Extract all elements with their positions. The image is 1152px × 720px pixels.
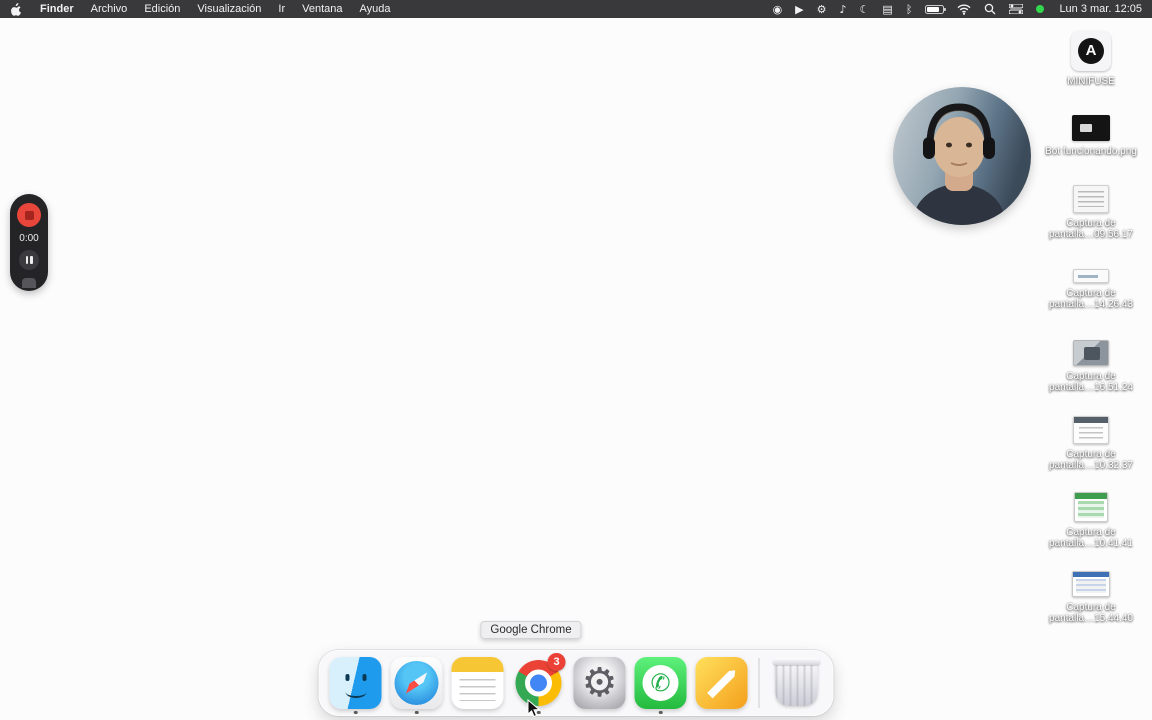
running-indicator xyxy=(414,710,419,714)
display-icon[interactable]: ▤ xyxy=(882,4,892,15)
dock-item-trash[interactable] xyxy=(771,653,823,713)
bot-funcionando-thumbnail xyxy=(1072,114,1110,141)
running-indicator xyxy=(353,710,358,714)
desktop-icon-label: Captura de pantalla…15.44.40 xyxy=(1049,602,1133,624)
notes-icon xyxy=(451,657,504,709)
desktop-icon-label: Captura de pantalla…14.26.43 xyxy=(1049,288,1133,310)
captura-16-51-24-thumbnail xyxy=(1073,340,1109,366)
notification-badge: 3 xyxy=(547,653,566,671)
webcam-overlay[interactable] xyxy=(893,87,1031,225)
mouse-cursor xyxy=(527,698,541,720)
apple-menu-icon[interactable] xyxy=(10,2,22,16)
wifi-icon[interactable] xyxy=(957,3,971,15)
dock: 3 xyxy=(317,649,835,717)
airplay-icon[interactable]: ▶ xyxy=(795,4,803,15)
desktop-icon-label: Bot funcionando.png xyxy=(1045,145,1137,157)
menu-ayuda[interactable]: Ayuda xyxy=(360,3,391,15)
active-app-name[interactable]: Finder xyxy=(40,3,74,15)
desktop-icon-bot-funcionando[interactable]: Bot funcionando.png xyxy=(1032,97,1150,174)
captura-10-41-41-thumbnail xyxy=(1074,492,1108,522)
desktop-icon-column: MINIFUSE Bot funcionando.png Captura de pa… xyxy=(1032,20,1150,636)
dock-item-notes[interactable] xyxy=(451,653,504,713)
camera-active-indicator[interactable] xyxy=(1036,5,1045,13)
pencil-app-icon xyxy=(695,657,748,709)
desktop-icon-captura-10-32-37[interactable]: Captura de pantalla…10.32.37 xyxy=(1032,405,1150,482)
camera-toggle-icon[interactable] xyxy=(22,278,36,288)
volume-icon[interactable]: ♪ xyxy=(840,4,847,15)
safari-icon xyxy=(390,657,443,709)
menu-ventana[interactable]: Ventana xyxy=(302,3,342,15)
desktop-icon-label: Captura de pantalla…10.41.41 xyxy=(1049,527,1133,549)
menu-bar: Finder Archivo Edición Visualización Ir Vent… xyxy=(0,0,1152,18)
screen-recorder-widget: 0:00 xyxy=(10,194,48,291)
desktop-icon-label: Captura de pantalla…09.56.17 xyxy=(1049,218,1133,240)
trash-icon xyxy=(772,658,821,706)
dock-item-whatsapp[interactable] xyxy=(634,653,687,714)
desktop-icon-captura-16-51-24[interactable]: Captura de pantalla…16.51.24 xyxy=(1032,328,1150,405)
dock-item-finder[interactable] xyxy=(329,653,382,714)
desktop-icon-label: MINIFUSE xyxy=(1067,75,1115,87)
running-indicator xyxy=(658,710,663,714)
menu-bar-clock[interactable]: Lun 3 mar. 12:05 xyxy=(1059,3,1142,15)
menu-ir[interactable]: Ir xyxy=(278,3,285,15)
minifuse-thumbnail xyxy=(1071,30,1111,71)
pause-button[interactable] xyxy=(19,250,39,270)
dock-separator xyxy=(758,658,760,708)
menu-edicion[interactable]: Edición xyxy=(144,3,180,15)
dock-item-pencil-app[interactable] xyxy=(695,653,748,713)
desktop-icon-captura-15-44-40[interactable]: Captura de pantalla…15.44.40 xyxy=(1032,559,1150,636)
whatsapp-icon xyxy=(634,657,687,709)
desktop-icon-label: Captura de pantalla…10.32.37 xyxy=(1049,449,1133,471)
captura-15-44-40-thumbnail xyxy=(1072,571,1110,597)
desktop-icon-captura-14-26-43[interactable]: Captura de pantalla…14.26.43 xyxy=(1032,251,1150,328)
desktop-icon-captura-10-41-41[interactable]: Captura de pantalla…10.41.41 xyxy=(1032,482,1150,559)
battery-icon[interactable] xyxy=(925,4,947,14)
captura-10-32-37-thumbnail xyxy=(1073,416,1109,444)
system-settings-icon xyxy=(573,657,626,709)
record-stop-button[interactable] xyxy=(17,203,41,227)
dock-item-system-settings[interactable] xyxy=(573,653,626,713)
finder-icon xyxy=(329,657,382,709)
desktop-icon-label: Captura de pantalla…16.51.24 xyxy=(1049,371,1133,393)
search-icon[interactable] xyxy=(984,3,996,15)
recording-timer: 0:00 xyxy=(19,233,39,244)
webcam-video xyxy=(893,87,1031,225)
bluetooth-icon[interactable]: ᛒ xyxy=(906,4,913,15)
captura-14-26-43-thumbnail xyxy=(1073,269,1109,283)
gear-icon[interactable]: ⚙ xyxy=(817,4,827,15)
menu-visualizacion[interactable]: Visualización xyxy=(197,3,261,15)
desktop-icon-minifuse[interactable]: MINIFUSE xyxy=(1032,20,1150,97)
captura-09-56-17-thumbnail xyxy=(1073,185,1109,213)
desktop-icon-captura-09-56-17[interactable]: Captura de pantalla…09.56.17 xyxy=(1032,174,1150,251)
dock-tooltip: Google Chrome xyxy=(480,621,582,639)
dock-item-safari[interactable] xyxy=(390,653,443,714)
control-center-icon[interactable] xyxy=(1009,4,1024,14)
focus-moon-icon[interactable]: ☾ xyxy=(860,4,870,15)
screen-mirroring-icon[interactable]: ◉ xyxy=(773,4,783,15)
menu-archivo[interactable]: Archivo xyxy=(91,3,128,15)
